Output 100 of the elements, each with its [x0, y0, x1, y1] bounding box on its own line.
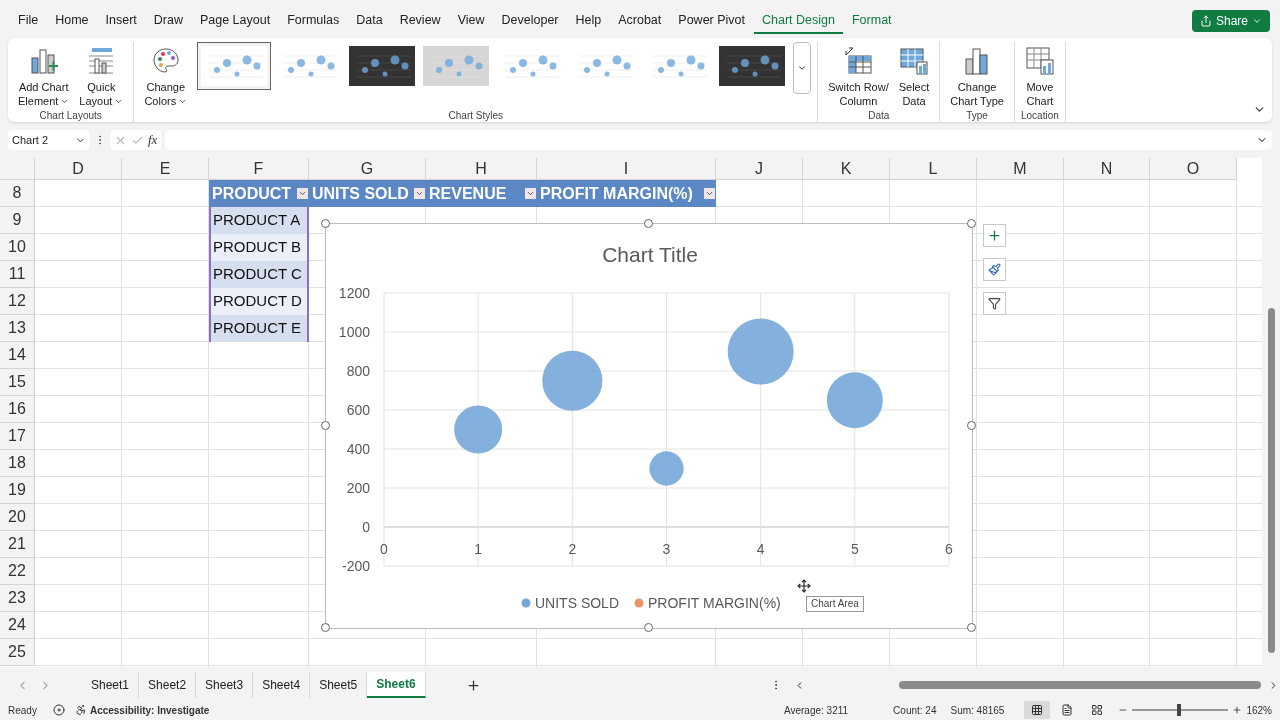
column-header[interactable]: J — [755, 156, 763, 181]
accessibility-status[interactable]: Accessibility: Investigate — [89, 702, 210, 718]
menu-tab[interactable]: Developer — [493, 8, 567, 34]
chart-add-icon — [28, 46, 59, 76]
resize-handle[interactable] — [967, 219, 976, 228]
menu-tab[interactable]: Draw — [145, 8, 191, 34]
share-button[interactable]: Share — [1191, 10, 1270, 32]
column-header[interactable]: K — [840, 156, 852, 181]
y-axis-label: 1000 — [338, 324, 370, 340]
menu-tab[interactable]: View — [449, 8, 493, 34]
insert-function-button[interactable]: fx — [148, 130, 158, 150]
table-header: PRODUCT — [212, 183, 292, 204]
chart-title: Chart Title — [602, 243, 698, 266]
bubble[interactable] — [542, 350, 603, 411]
ribbon-button[interactable]: Switch Row/ Column — [824, 42, 893, 108]
tooltip: Chart Area — [806, 596, 864, 612]
column-header[interactable]: G — [360, 156, 374, 181]
resize-handle[interactable] — [644, 623, 653, 632]
column-header[interactable]: H — [475, 156, 487, 181]
ribbon-button[interactable]: Quick Layout — [75, 42, 128, 108]
zoom-slider-thumb[interactable] — [1177, 704, 1182, 716]
x-axis-label: 5 — [850, 541, 859, 557]
sheet-tab[interactable]: Sheet2 — [139, 672, 197, 698]
resize-handle[interactable] — [321, 623, 330, 632]
menu-tab[interactable]: Review — [391, 8, 449, 34]
bubble[interactable] — [727, 318, 794, 385]
bubble[interactable] — [826, 372, 883, 429]
sheet-tab[interactable]: Sheet6 — [367, 672, 426, 698]
resize-handle[interactable] — [967, 421, 976, 430]
menu-tab[interactable]: Help — [567, 8, 610, 34]
column-header[interactable]: I — [623, 156, 629, 181]
x-axis-label: 3 — [662, 541, 671, 557]
y-axis-label: -200 — [341, 558, 370, 574]
filter-dropdown-button[interactable] — [414, 188, 425, 199]
menu-tab[interactable]: File — [10, 8, 47, 34]
filter-dropdown-button[interactable] — [525, 188, 536, 199]
table-header: REVENUE — [429, 183, 507, 204]
resize-handle[interactable] — [321, 421, 330, 430]
resize-handle[interactable] — [644, 219, 653, 228]
share-icon — [1199, 15, 1212, 27]
palette-icon — [150, 46, 181, 76]
ribbon-button[interactable]: Change Colors — [140, 42, 192, 108]
resize-handle[interactable] — [967, 623, 976, 632]
formula-input[interactable] — [165, 130, 1272, 150]
scrollbar-thumb[interactable] — [898, 681, 1261, 689]
table-cell-text: PRODUCT E — [213, 318, 302, 339]
menu-tab[interactable]: Data — [348, 8, 391, 34]
name-box[interactable]: Chart 2 — [8, 130, 90, 150]
sum-value: Sum: 48165 — [950, 703, 1005, 718]
column-header[interactable]: N — [1100, 156, 1113, 181]
menu-tab[interactable]: Formulas — [279, 8, 348, 34]
zoom-level[interactable]: 162% — [1246, 702, 1272, 718]
bubble[interactable] — [454, 405, 503, 454]
sheet-tab[interactable]: Sheet4 — [253, 672, 311, 698]
caret-icon — [415, 189, 424, 198]
y-axis-label: 0 — [362, 519, 370, 535]
group-label: Location — [1020, 109, 1059, 123]
view-button[interactable] — [1024, 701, 1051, 719]
x-axis-label: 4 — [756, 541, 765, 557]
x-axis-label: 0 — [380, 541, 388, 557]
filter-button[interactable] — [983, 292, 1006, 315]
menu-tab[interactable]: Home — [47, 8, 97, 34]
menu-tab[interactable]: Page Layout — [191, 8, 279, 34]
bubble[interactable] — [649, 451, 684, 486]
column-header[interactable]: E — [159, 156, 171, 181]
y-axis-label: 800 — [346, 363, 370, 379]
sheet-tab[interactable]: Sheet1 — [82, 672, 140, 698]
table-header: PROFIT MARGIN(%) — [540, 183, 693, 204]
menu-tab[interactable]: Acrobat — [610, 8, 670, 34]
filter-dropdown-button[interactable] — [297, 188, 308, 199]
y-axis-label: 200 — [346, 480, 370, 496]
macro-record-icon[interactable] — [52, 704, 65, 716]
column-header[interactable]: D — [72, 156, 84, 181]
style-brush-button[interactable] — [983, 258, 1006, 281]
caret-icon — [705, 189, 714, 198]
move-chart-icon — [1024, 46, 1055, 76]
gallery-more-button[interactable] — [793, 42, 812, 94]
scrollbar-thumb[interactable] — [1267, 308, 1275, 653]
menu-tab[interactable]: Format — [843, 8, 900, 34]
y-axis-label: 1200 — [338, 285, 370, 301]
column-header[interactable]: L — [928, 156, 938, 181]
chart-style-thumbnail[interactable] — [197, 42, 272, 90]
add-sheet-icon[interactable] — [465, 677, 481, 693]
add-element-button[interactable] — [983, 224, 1006, 247]
column-header[interactable]: F — [253, 156, 264, 181]
column-header[interactable]: M — [1013, 156, 1027, 181]
menu-tab[interactable]: Insert — [97, 8, 145, 34]
resize-handle[interactable] — [321, 219, 330, 228]
caret-icon — [526, 189, 535, 198]
filter-dropdown-button[interactable] — [704, 188, 715, 199]
y-axis-label: 400 — [346, 441, 370, 457]
zoom-in-icon[interactable] — [1232, 705, 1243, 715]
ribbon-button[interactable]: Select Data — [894, 42, 934, 108]
column-header[interactable]: O — [1186, 156, 1200, 181]
menu-tab[interactable]: Power Pivot — [670, 8, 753, 34]
ribbon-button[interactable]: Add Chart Element — [14, 42, 74, 108]
sheet-tab[interactable]: Sheet3 — [196, 672, 254, 698]
ribbon-button[interactable]: Move Chart — [1020, 42, 1059, 108]
menu-tab[interactable]: Chart Design — [754, 8, 843, 34]
ribbon-button[interactable]: Change Chart Type — [946, 42, 1008, 108]
